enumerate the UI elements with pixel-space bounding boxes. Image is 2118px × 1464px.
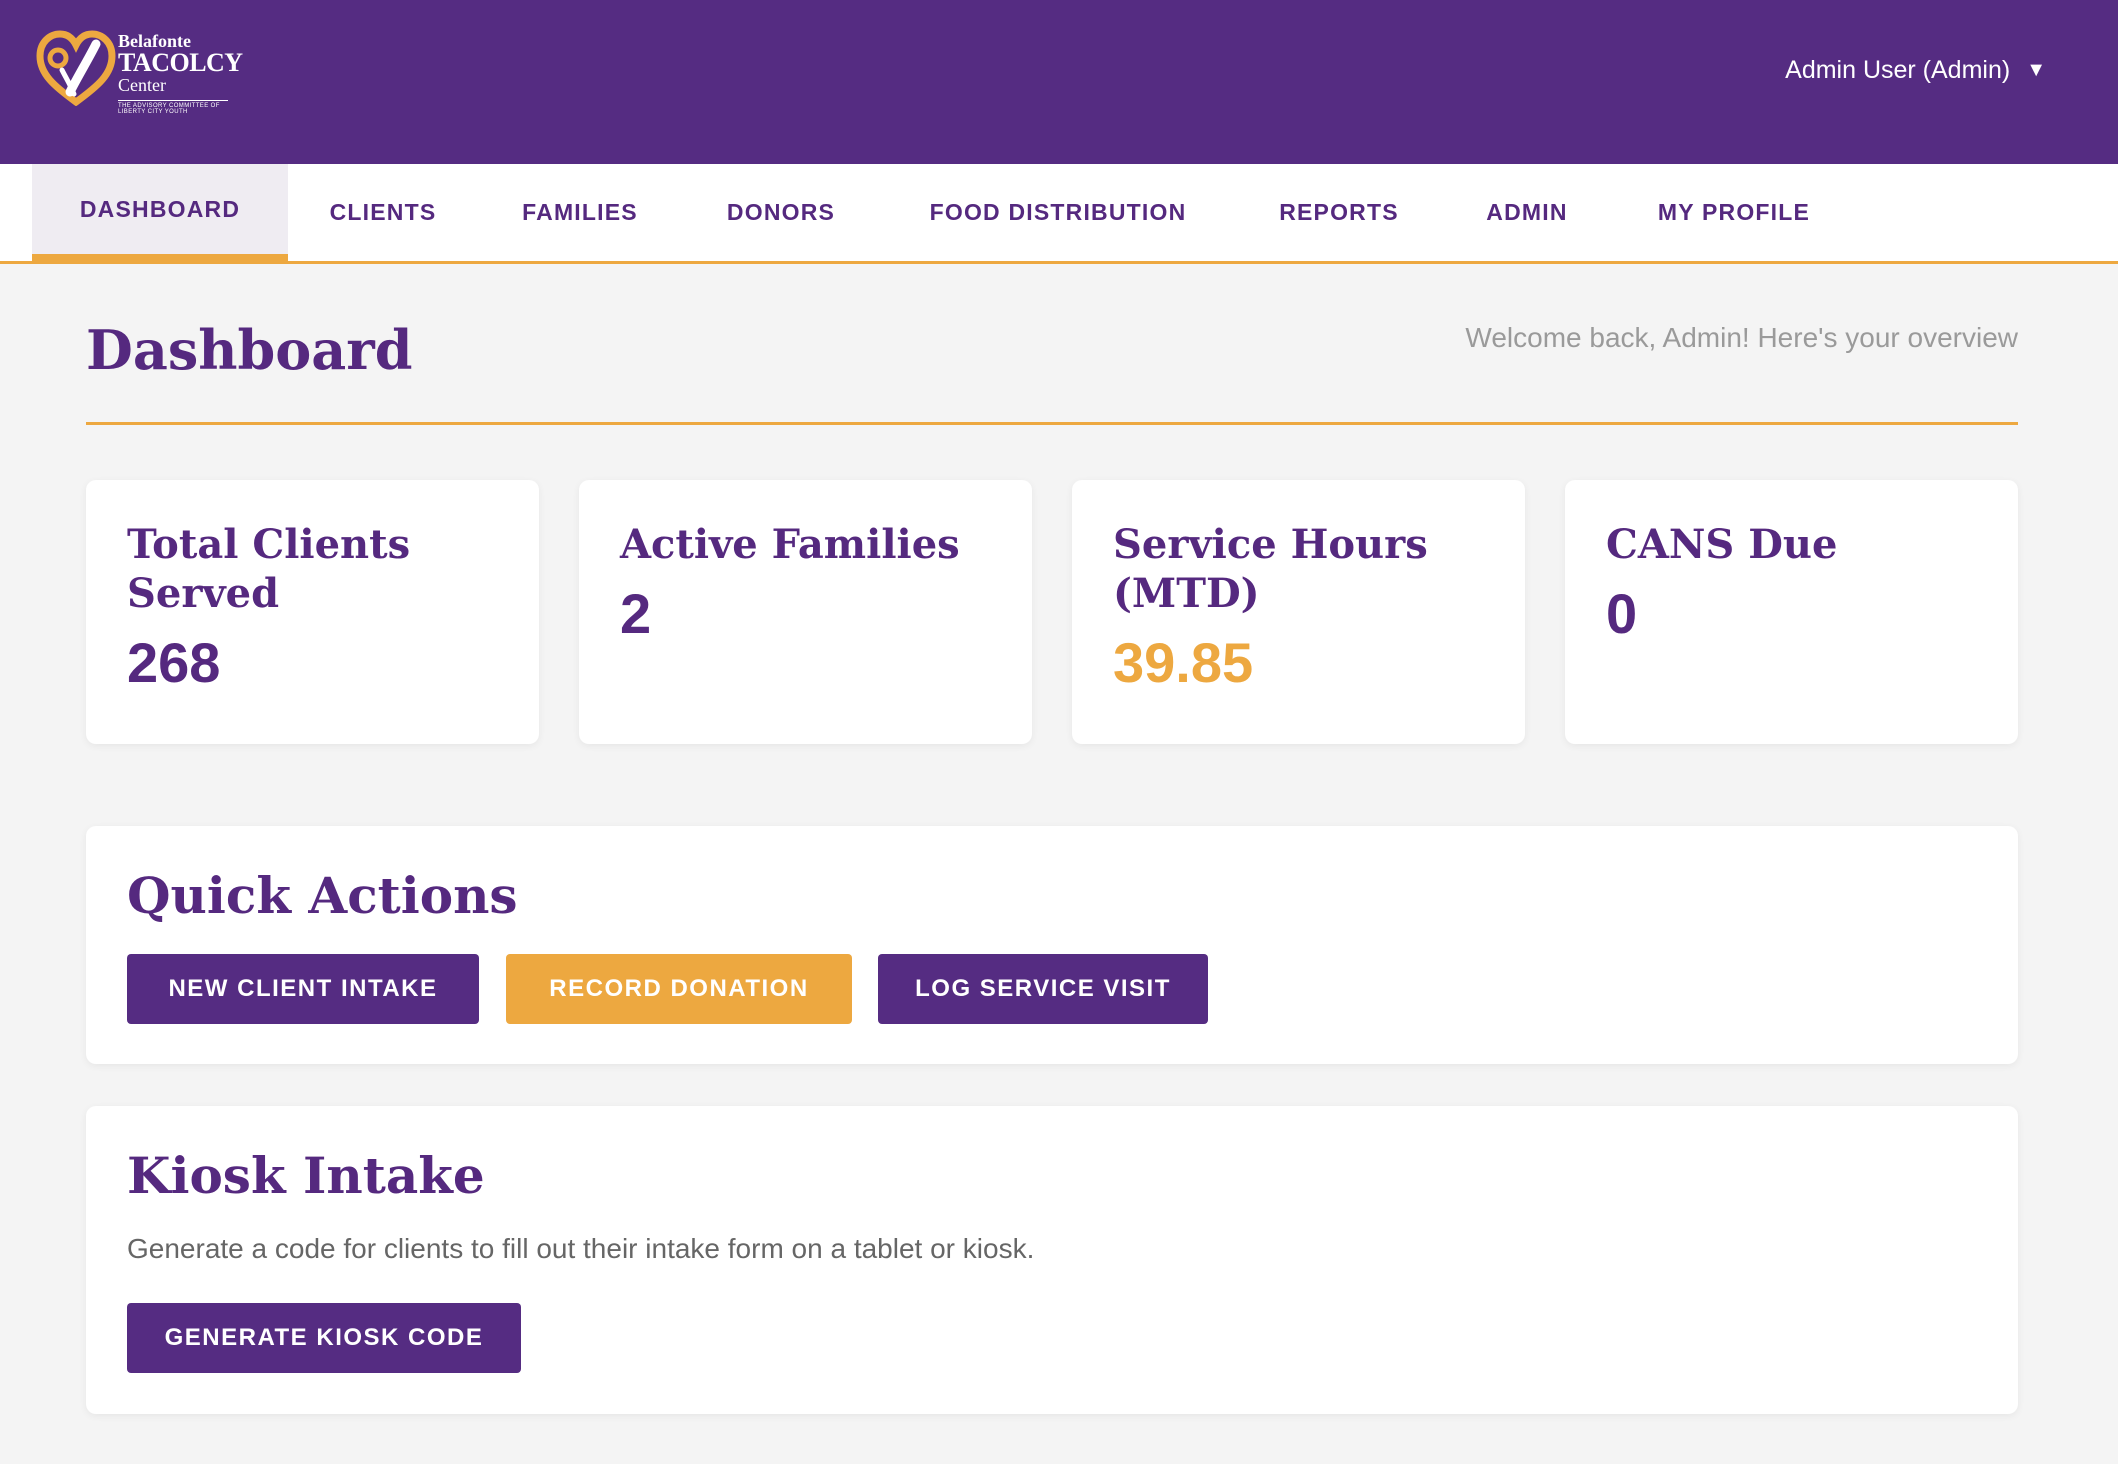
logo-wordmark: Belafonte TACOLCY Center THE ADVISORY CO… xyxy=(118,32,243,115)
user-menu-label: Admin User (Admin) xyxy=(1785,56,2011,84)
nav-tab-families[interactable]: FAMILIES xyxy=(478,164,682,261)
stat-value: 268 xyxy=(127,631,221,694)
stat-card-total-clients: Total Clients Served 268 xyxy=(86,480,539,744)
kiosk-intake-panel: Kiosk Intake Generate a code for clients… xyxy=(86,1106,2018,1414)
welcome-message: Welcome back, Admin! Here's your overvie… xyxy=(1465,322,2018,353)
stat-label: Total Clients Served xyxy=(127,521,411,617)
new-client-intake-button[interactable]: NEW CLIENT INTAKE xyxy=(127,954,479,1024)
logo-tagline: THE ADVISORY COMMITTEE OF LIBERTY CITY Y… xyxy=(118,100,228,115)
user-menu[interactable]: Admin User (Admin) ▼ xyxy=(1785,56,2046,85)
top-header: Belafonte TACOLCY Center THE ADVISORY CO… xyxy=(0,0,2118,164)
nav-tab-donors[interactable]: DONORS xyxy=(682,164,880,261)
title-divider xyxy=(86,422,2018,425)
stat-value: 2 xyxy=(620,582,652,645)
stat-label: Active Families xyxy=(620,521,960,568)
nav-tab-food-distribution[interactable]: FOOD DISTRIBUTION xyxy=(880,164,1236,261)
stat-value: 0 xyxy=(1606,582,1638,645)
section-title: Quick Actions xyxy=(127,866,518,925)
stat-value: 39.85 xyxy=(1113,631,1254,694)
page-title: Dashboard xyxy=(86,318,413,382)
stat-label: Service Hours (MTD) xyxy=(1113,521,1428,617)
caret-down-icon: ▼ xyxy=(2026,59,2046,81)
logo[interactable]: Belafonte TACOLCY Center THE ADVISORY CO… xyxy=(36,30,246,115)
main-nav: DASHBOARD CLIENTS FAMILIES DONORS FOOD D… xyxy=(0,164,2118,264)
generate-kiosk-code-button[interactable]: GENERATE KIOSK CODE xyxy=(127,1303,521,1373)
logo-line2: TACOLCY xyxy=(118,48,243,77)
log-service-visit-button[interactable]: LOG SERVICE VISIT xyxy=(878,954,1208,1024)
nav-tab-admin[interactable]: ADMIN xyxy=(1442,164,1612,261)
nav-tab-my-profile[interactable]: MY PROFILE xyxy=(1612,164,1856,261)
heart-logo-icon xyxy=(36,30,116,106)
nav-tab-clients[interactable]: CLIENTS xyxy=(288,164,478,261)
stat-card-service-hours: Service Hours (MTD) 39.85 xyxy=(1072,480,1525,744)
section-title: Kiosk Intake xyxy=(127,1146,485,1205)
nav-tab-dashboard[interactable]: DASHBOARD xyxy=(32,164,288,261)
logo-line3: Center xyxy=(118,75,166,95)
nav-tab-reports[interactable]: REPORTS xyxy=(1236,164,1442,261)
quick-actions-panel: Quick Actions NEW CLIENT INTAKE RECORD D… xyxy=(86,826,2018,1064)
stat-card-active-families: Active Families 2 xyxy=(579,480,1032,744)
stat-card-cans-due: CANS Due 0 xyxy=(1565,480,2018,744)
kiosk-description: Generate a code for clients to fill out … xyxy=(127,1233,1035,1264)
record-donation-button[interactable]: RECORD DONATION xyxy=(506,954,852,1024)
stat-label: CANS Due xyxy=(1606,521,1838,568)
